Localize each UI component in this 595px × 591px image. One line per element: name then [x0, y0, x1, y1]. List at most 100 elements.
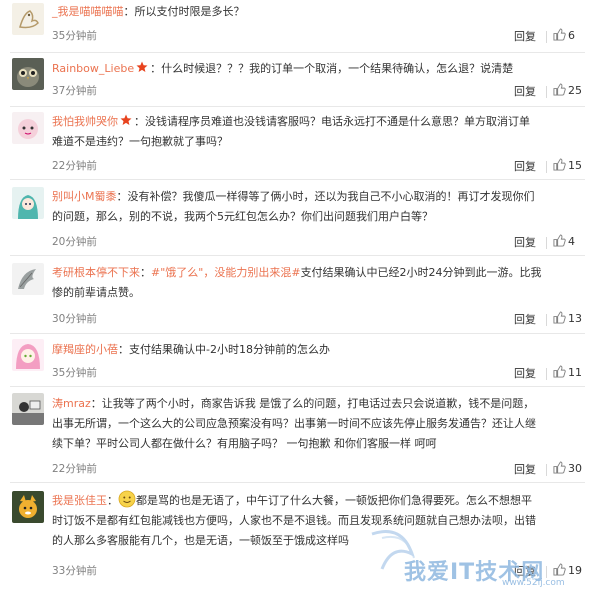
reply-button[interactable]: 回复 — [514, 28, 536, 44]
teal-character-icon — [12, 187, 44, 219]
comment-body: 没钱请程序员难道也没钱请客服吗？电话永远打不通是什么意思？单方取消订单 — [145, 115, 530, 128]
comment-body: 都是骂的也是无语了，中午订了什么大餐，一顿饭把你们急得要死。怎么不想想平 — [136, 494, 532, 507]
watermark-url: www.52ij.com — [502, 578, 565, 588]
like-button[interactable]: 6 — [553, 28, 575, 42]
like-count: 13 — [568, 312, 582, 325]
like-button[interactable]: 11 — [553, 365, 582, 379]
bird-sketch-icon — [12, 3, 44, 35]
username[interactable]: Rainbow_Liebe — [52, 62, 134, 75]
like-count: 25 — [568, 84, 582, 97]
vip-star-icon — [136, 61, 148, 72]
like-button[interactable]: 25 — [553, 83, 582, 97]
divider — [546, 368, 547, 380]
comment-body: 什么时候退？？？我的订单一个取消，一个结果待确认，怎么退？说清楚 — [161, 62, 514, 75]
reply-button[interactable]: 回复 — [514, 234, 536, 250]
comment-body: 惨的前辈请点赞。 — [52, 286, 140, 299]
office-scene-icon — [12, 393, 44, 425]
reply-button[interactable]: 回复 — [514, 365, 536, 381]
timestamp: 37分钟前 — [52, 85, 97, 97]
comment-text: 我怕我帅哭你 ：没钱请程序员难道也没钱请客服吗？电话永远打不通是什么意思？单方取消… — [52, 112, 582, 152]
thumbs-up-icon — [553, 158, 566, 171]
comment-body: 让我等了两个小时，商家告诉我 是饿了么的问题，打电话过去只会说道歉，钱不是问题， — [101, 397, 535, 410]
like-count: 6 — [568, 29, 575, 42]
hashtag-link[interactable]: #"饿了么"，没能力别出来混# — [151, 266, 301, 279]
like-button[interactable]: 4 — [553, 234, 575, 248]
timestamp: 35分钟前 — [52, 367, 97, 379]
separator: ： — [118, 343, 129, 356]
username[interactable]: _我是喵喵喵喵 — [52, 5, 124, 18]
comment-body: 的问题，那么，别的不说，我两个5元红包怎么办？你们出问题我们用户白等？ — [52, 210, 433, 223]
timestamp: 30分钟前 — [52, 313, 97, 325]
username[interactable]: 考研根本停不下来 — [52, 266, 140, 279]
avatar[interactable] — [12, 112, 44, 144]
divider — [546, 314, 547, 326]
avatar[interactable] — [12, 393, 44, 425]
like-button[interactable]: 13 — [553, 311, 582, 325]
username[interactable]: 摩羯座的小蓓 — [52, 343, 118, 356]
comment-body: 的人那么多客服能有几个，也是无语，一顿饭至于饿成这样吗 — [52, 534, 349, 547]
comment-text: 别叫小M蜀黍：没有补偿？我傻瓜一样得等了俩小时，还以为我自己不小心取消的！再订才… — [52, 187, 582, 227]
username[interactable]: 别叫小M蜀黍 — [52, 190, 117, 203]
divider — [10, 333, 585, 334]
vip-star-icon — [120, 114, 132, 125]
like-button[interactable]: 15 — [553, 158, 582, 172]
divider — [546, 31, 547, 43]
comment-body: 出事无所谓，一个这么大的公司应急预案没有吗？出事第一时间不应该先停止服务发通告？… — [52, 417, 536, 430]
comment-text: _我是喵喵喵喵：所以支付时限是多长？ — [52, 2, 582, 22]
avatar[interactable] — [12, 58, 44, 90]
comment-body: 支付结果确认中已经2小时24分钟到此一游。比我 — [300, 266, 542, 279]
like-count: 30 — [568, 462, 582, 475]
divider — [546, 86, 547, 98]
divider — [10, 106, 585, 107]
thumbs-up-icon — [553, 461, 566, 474]
username[interactable]: 我怕我帅哭你 — [52, 115, 118, 128]
timestamp: 22分钟前 — [52, 160, 97, 172]
separator: ： — [90, 397, 102, 410]
comment-text: 考研根本停不下来：#"饿了么"，没能力别出来混#支付结果确认中已经2小时24分钟… — [52, 263, 582, 303]
comment-text: 涛mraz：让我等了两个小时，商家告诉我 是饿了么的问题，打电话过去只会说道歉，… — [52, 394, 582, 454]
thumbs-up-icon — [553, 28, 566, 41]
comment-text: Rainbow_Liebe ：什么时候退？？？我的订单一个取消，一个结果待确认，怎… — [52, 59, 582, 79]
comment-body: 所以支付时限是多长？ — [134, 5, 245, 18]
separator: ： — [123, 5, 135, 18]
separator: ： — [116, 190, 128, 203]
cartoon-fox-icon — [12, 491, 44, 523]
username[interactable]: 涛mraz — [52, 397, 91, 410]
comment-body: 难道不是违约？一句抱歉就了事吗？ — [52, 135, 228, 148]
like-count: 4 — [568, 235, 575, 248]
separator: ： — [134, 115, 145, 128]
avatar[interactable] — [12, 263, 44, 295]
separator: ： — [150, 62, 162, 75]
timestamp: 35分钟前 — [52, 30, 97, 42]
reply-button[interactable]: 回复 — [514, 311, 536, 327]
divider — [10, 482, 585, 483]
thumbs-up-icon — [553, 234, 566, 247]
like-count: 11 — [568, 366, 582, 379]
like-button[interactable]: 30 — [553, 461, 582, 475]
timestamp: 22分钟前 — [52, 463, 97, 475]
avatar[interactable] — [12, 187, 44, 219]
username[interactable]: 我是张佳玉 — [52, 494, 107, 507]
timestamp: 20分钟前 — [52, 236, 97, 248]
separator: ： — [107, 494, 118, 507]
timestamp: 33分钟前 — [52, 565, 97, 577]
divider — [546, 464, 547, 476]
divider — [546, 161, 547, 173]
avatar[interactable] — [12, 491, 44, 523]
owl-photo-icon — [12, 58, 44, 90]
comment-body: 支付结果确认中-2小时18分钟前的怎么办 — [129, 343, 330, 356]
divider — [10, 386, 585, 387]
feather-bird-icon — [12, 263, 44, 295]
divider — [546, 237, 547, 249]
divider — [10, 255, 585, 256]
thumbs-up-icon — [553, 311, 566, 324]
watermark: 我爱IT技术网 www.52ij.com — [352, 524, 592, 590]
comment-text: 摩羯座的小蓓：支付结果确认中-2小时18分钟前的怎么办 — [52, 340, 582, 360]
reply-button[interactable]: 回复 — [514, 158, 536, 174]
reply-button[interactable]: 回复 — [514, 461, 536, 477]
avatar[interactable] — [12, 3, 44, 35]
avatar[interactable] — [12, 339, 44, 371]
like-count: 15 — [568, 159, 582, 172]
reply-button[interactable]: 回复 — [514, 83, 536, 99]
comment-body: 续下单？平时公司人都在做什么？有用脑子吗？ 一句抱歉 和你们客服一样 呵呵 — [52, 437, 437, 450]
